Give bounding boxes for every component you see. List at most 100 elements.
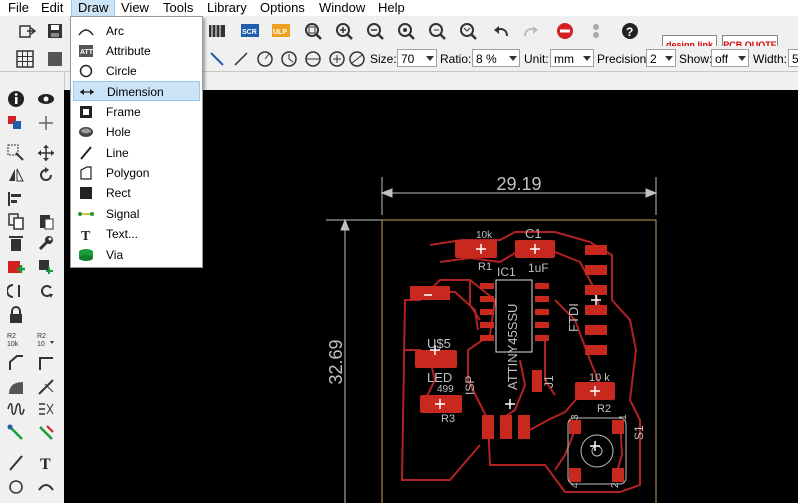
menu-options[interactable]: Options — [254, 0, 311, 16]
unit-select[interactable]: mm — [550, 49, 594, 67]
arc-icon — [77, 23, 95, 39]
route-icon[interactable] — [4, 422, 28, 444]
draw-menu-frame[interactable]: Frame — [73, 102, 200, 122]
draw-menu-line[interactable]: Line — [73, 143, 200, 163]
zoom-redraw-icon[interactable] — [395, 20, 417, 42]
padlock-icon[interactable] — [4, 304, 28, 326]
draw-menu-circle[interactable]: Circle — [73, 61, 200, 81]
wire-bend-6-icon[interactable] — [326, 48, 348, 70]
slice-icon[interactable] — [34, 376, 58, 398]
swap-icon[interactable] — [4, 280, 28, 302]
wire-bend-1-icon[interactable] — [206, 48, 228, 70]
zoom-last-icon[interactable] — [426, 20, 448, 42]
switch-pin-2: 2 — [610, 482, 621, 488]
rotate-icon[interactable] — [34, 164, 58, 186]
r1-value: 10k — [476, 230, 493, 241]
mirror-icon[interactable] — [4, 164, 28, 186]
open-icon[interactable] — [16, 20, 38, 42]
redo-icon[interactable] — [520, 20, 542, 42]
paste-icon[interactable] — [34, 210, 58, 232]
routing-icon[interactable] — [34, 398, 58, 420]
draw-menu-label: Attribute — [106, 44, 151, 58]
script-icon[interactable]: SCR — [239, 20, 261, 42]
copy-icon[interactable] — [4, 210, 28, 232]
wire-bend-3-icon[interactable] — [254, 48, 276, 70]
width-label: Width: — [753, 52, 788, 66]
draw-menu-via[interactable]: Via — [73, 245, 200, 265]
rect-icon — [77, 185, 95, 201]
move-icon[interactable] — [34, 142, 58, 164]
draw-menu-polygon[interactable]: Polygon — [73, 163, 200, 183]
layer-icon[interactable] — [44, 48, 66, 70]
menu-draw[interactable]: Draw — [71, 0, 116, 17]
wire-bend-7-icon[interactable] — [346, 48, 368, 70]
frame-icon — [77, 104, 95, 120]
replace-icon[interactable] — [34, 256, 58, 278]
mark-icon[interactable] — [34, 112, 58, 134]
ulp-icon[interactable]: ULP — [270, 20, 292, 42]
ripup-icon[interactable] — [34, 422, 58, 444]
size-label: Size: — [370, 52, 397, 66]
ratio-select[interactable]: 8 % — [472, 49, 520, 67]
undo-icon[interactable] — [490, 20, 512, 42]
lock-icon[interactable] — [34, 280, 58, 302]
draw-menu-signal[interactable]: Signal — [73, 204, 200, 224]
menu-tools[interactable]: Tools — [157, 0, 199, 16]
zoom-fit-icon[interactable] — [302, 20, 324, 42]
draw-menu-arc[interactable]: Arc — [73, 21, 200, 41]
menu-file[interactable]: File — [2, 0, 35, 16]
text-tool-icon[interactable]: T — [34, 452, 58, 474]
zoom-in-icon[interactable] — [333, 20, 355, 42]
svg-text:ATT: ATT — [80, 49, 94, 56]
stop-icon[interactable] — [554, 20, 576, 42]
circle-tool-icon[interactable] — [4, 476, 28, 498]
c1-name: C1 — [525, 226, 542, 241]
miter-icon[interactable] — [4, 352, 28, 374]
precision-label: Precision: — [597, 52, 650, 66]
draw-menu-attribute[interactable]: ATT Attribute — [73, 41, 200, 61]
svg-text:10: 10 — [37, 341, 45, 348]
zoom-select-icon[interactable] — [457, 20, 479, 42]
arc-tool-icon[interactable] — [34, 476, 58, 498]
go-icon[interactable] — [585, 20, 607, 42]
draw-menu-dimension[interactable]: Dimension — [73, 81, 200, 101]
help-icon[interactable]: ? — [619, 20, 641, 42]
split-icon[interactable] — [34, 352, 58, 374]
r1-name: R1 — [478, 261, 492, 273]
wire-bend-5-icon[interactable] — [302, 48, 324, 70]
draw-menu-rect[interactable]: Rect — [73, 183, 200, 203]
draw-menu-label: Dimension — [107, 85, 164, 99]
add-icon[interactable] — [4, 256, 28, 278]
menu-view[interactable]: View — [115, 0, 155, 16]
menu-help[interactable]: Help — [372, 0, 411, 16]
zoom-out-icon[interactable] — [364, 20, 386, 42]
menu-window[interactable]: Window — [313, 0, 371, 16]
menu-edit[interactable]: Edit — [35, 0, 69, 16]
display-icon[interactable] — [4, 112, 28, 134]
meander-icon[interactable] — [4, 398, 28, 420]
size-select[interactable]: 70 — [397, 49, 437, 67]
precision-select[interactable]: 2 — [646, 49, 676, 67]
wire-bend-4-icon[interactable] — [278, 48, 300, 70]
move-select-icon[interactable] — [4, 142, 28, 164]
show-icon[interactable] — [34, 88, 58, 110]
wire-bend-2-icon[interactable] — [230, 48, 252, 70]
grid-icon[interactable] — [14, 48, 36, 70]
board-icon[interactable] — [206, 20, 228, 42]
save-icon[interactable] — [44, 20, 66, 42]
via-icon — [77, 247, 95, 263]
draw-menu-text[interactable]: T Text... — [73, 224, 200, 244]
width-value: 5 — [792, 52, 798, 66]
width-select[interactable]: 5 — [788, 49, 798, 67]
wrench-icon[interactable] — [34, 232, 58, 254]
align-icon[interactable] — [4, 188, 28, 210]
delete-icon[interactable] — [4, 232, 28, 254]
wire-icon[interactable] — [4, 452, 28, 474]
smash-icon[interactable]: R2 10k — [4, 328, 28, 350]
value-icon[interactable]: R2 10 — [34, 328, 58, 350]
show-select[interactable]: off — [711, 49, 749, 67]
optimize-icon[interactable] — [4, 376, 28, 398]
draw-menu-hole[interactable]: Hole — [73, 122, 200, 142]
menu-library[interactable]: Library — [201, 0, 253, 16]
info-icon[interactable] — [4, 88, 28, 110]
